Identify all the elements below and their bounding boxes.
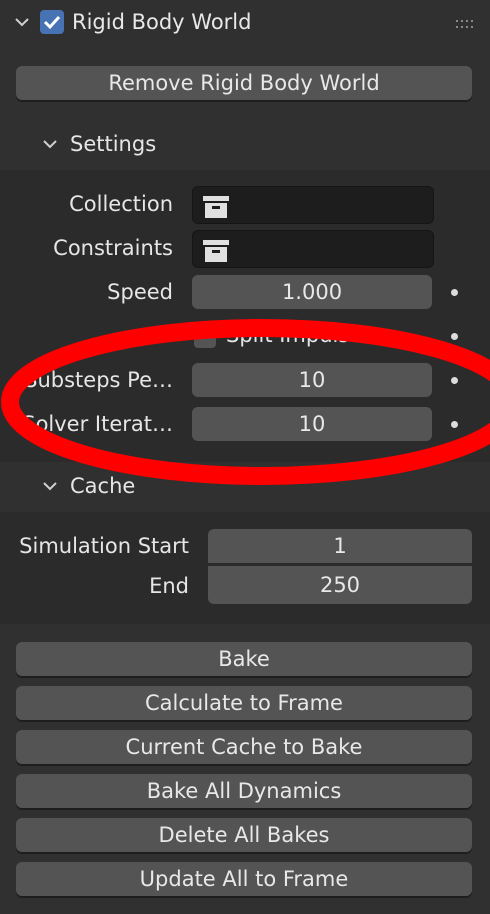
- collection-label: Collection: [69, 192, 173, 216]
- end-field[interactable]: 250: [208, 566, 472, 604]
- speed-field[interactable]: 1.000: [192, 275, 432, 309]
- split-impulse-label: Split Impulse: [226, 323, 363, 347]
- simulation-start-field[interactable]: 1: [208, 529, 472, 563]
- checkmark-icon: [43, 15, 61, 30]
- delete-all-bakes-button[interactable]: Delete All Bakes: [16, 818, 472, 852]
- panel-header[interactable]: Rigid Body World: [0, 0, 490, 46]
- cache-section-header[interactable]: Cache: [0, 464, 490, 508]
- settings-section-header[interactable]: Settings: [0, 122, 490, 166]
- grip-icon[interactable]: [455, 16, 477, 28]
- bake-all-dynamics-button[interactable]: Bake All Dynamics: [16, 774, 472, 808]
- collection-box-icon: [202, 195, 230, 219]
- end-label: End: [149, 574, 189, 598]
- substeps-field[interactable]: 10: [192, 363, 432, 397]
- speed-label: Speed: [107, 280, 173, 304]
- current-cache-to-bake-button[interactable]: Current Cache to Bake: [16, 730, 472, 764]
- collection-box-icon: [202, 239, 230, 263]
- collection-field[interactable]: [192, 186, 434, 224]
- simulation-start-label: Simulation Start: [19, 534, 189, 558]
- keyframe-dot-icon[interactable]: [451, 333, 458, 340]
- solver-iterations-field[interactable]: 10: [192, 407, 432, 441]
- constraints-field[interactable]: [192, 230, 434, 268]
- remove-rigid-body-world-button[interactable]: Remove Rigid Body World: [16, 66, 472, 100]
- chevron-down-icon[interactable]: [14, 14, 30, 30]
- keyframe-dot-icon[interactable]: [451, 421, 458, 428]
- calculate-to-frame-button[interactable]: Calculate to Frame: [16, 686, 472, 720]
- bake-button[interactable]: Bake: [16, 642, 472, 676]
- keyframe-dot-icon[interactable]: [451, 377, 458, 384]
- panel-title: Rigid Body World: [72, 10, 252, 34]
- keyframe-dot-icon[interactable]: [451, 289, 458, 296]
- enable-checkbox[interactable]: [40, 10, 64, 34]
- substeps-label: Substeps Pe…: [24, 368, 173, 392]
- chevron-down-icon[interactable]: [42, 478, 58, 494]
- split-impulse-checkbox[interactable]: [194, 326, 216, 348]
- solver-iterations-label: Solver Iterat…: [22, 412, 173, 436]
- settings-title: Settings: [70, 132, 157, 156]
- chevron-down-icon[interactable]: [42, 136, 58, 152]
- constraints-label: Constraints: [53, 236, 173, 260]
- cache-title: Cache: [70, 474, 136, 498]
- update-all-to-frame-button[interactable]: Update All to Frame: [16, 862, 472, 896]
